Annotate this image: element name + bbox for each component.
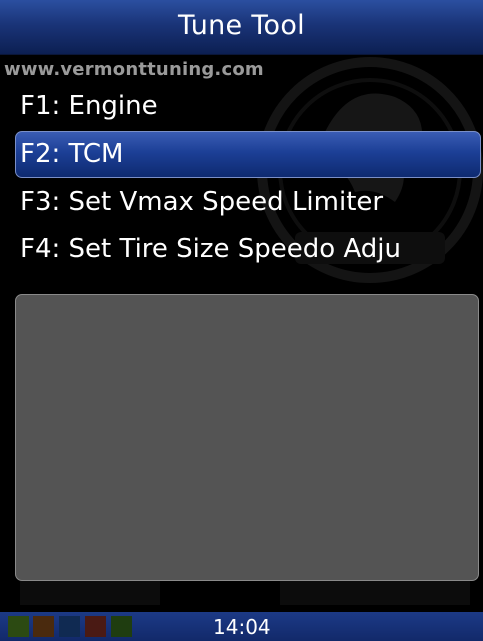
watermark-url: www.vermonttuning.com bbox=[4, 59, 264, 80]
status-indicator-5 bbox=[111, 616, 132, 637]
status-bar: 14:04 bbox=[0, 612, 483, 641]
menu-item-engine[interactable]: F1: Engine bbox=[0, 84, 483, 129]
status-indicator-4 bbox=[85, 616, 106, 637]
clock: 14:04 bbox=[213, 615, 271, 639]
tune-tool-screen: www.vermonttuning.com Tune Tool F1: Engi… bbox=[0, 0, 483, 641]
page-title: Tune Tool bbox=[178, 10, 305, 41]
status-indicator-3 bbox=[59, 616, 80, 637]
menu-item-tcm[interactable]: F2: TCM bbox=[15, 131, 481, 178]
menu-item-tire-size-speedo[interactable]: F4: Set Tire Size Speedo Adju bbox=[0, 227, 483, 272]
info-panel bbox=[15, 294, 479, 581]
menu-item-vmax-speed-limiter[interactable]: F3: Set Vmax Speed Limiter bbox=[0, 180, 483, 225]
status-indicator-2 bbox=[33, 616, 54, 637]
status-indicator-1 bbox=[8, 616, 29, 637]
title-bar: Tune Tool bbox=[0, 0, 483, 55]
function-menu: F1: Engine F2: TCM F3: Set Vmax Speed Li… bbox=[0, 84, 483, 274]
